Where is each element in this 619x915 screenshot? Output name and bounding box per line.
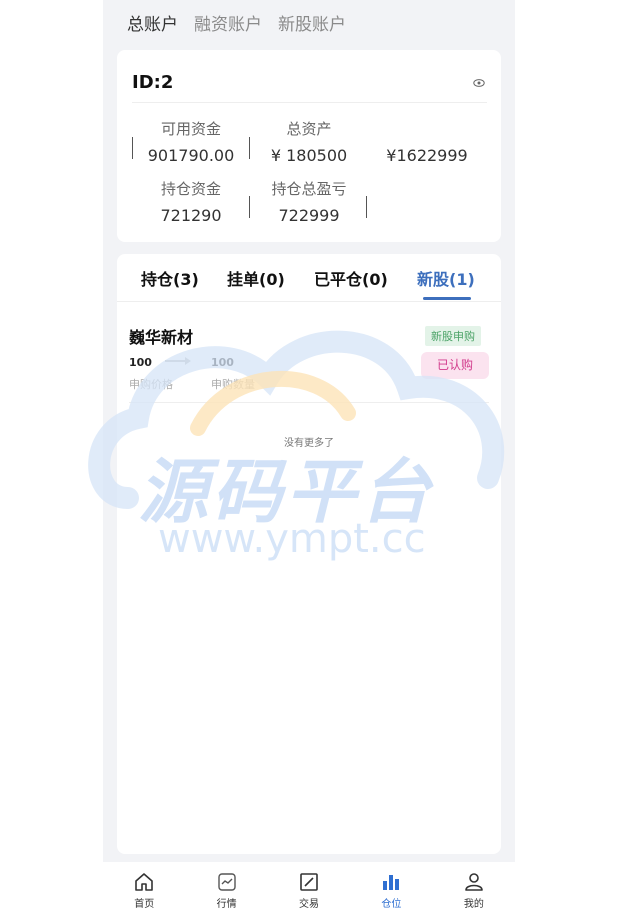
available-funds: 可用资金 901790.00 [133,118,249,165]
quantity-label: 申购数量 [211,378,255,391]
positions-card: 持仓(3) 挂单(0) 已平仓(0) 新股(1) 巍华新材 新股申购 已认购 1… [117,254,501,854]
price-value: 100 [129,356,152,369]
nav-market-label: 行情 [216,899,237,910]
available-funds-label: 可用资金 [160,120,221,138]
position-tabs: 持仓(3) 挂单(0) 已平仓(0) 新股(1) [117,254,501,302]
position-funds: 持仓资金 721290 [133,178,249,225]
nav-home-label: 首页 [134,899,155,910]
total-assets: 总资产 ¥ 180500 [251,118,367,165]
ipo-list-item[interactable]: 巍华新材 新股申购 已认购 100 100 申购价格 申购数量 [129,314,489,403]
nav-positions[interactable]: 仓位 [350,862,432,915]
nav-trade[interactable]: 交易 [268,862,350,915]
market-chart-icon [217,873,236,891]
tab-ipo-account[interactable]: 新股账户 [278,10,346,36]
total-assets-value: ¥ 180500 [270,146,348,165]
bar-chart-icon [383,875,400,890]
extra-assets: ¥1622999 [369,118,485,165]
trade-icon [300,873,318,891]
position-pnl-label: 持仓总盈亏 [271,180,347,198]
account-tabs: 总账户 融资账户 新股账户 [127,10,346,36]
no-more-text: 没有更多了 [284,438,334,449]
ipo-badge: 新股申购 [425,326,481,346]
left-margin [0,0,103,915]
nav-home[interactable]: 首页 [103,862,185,915]
divider [249,196,250,218]
right-margin [515,0,619,915]
position-pnl-value: 722999 [278,206,340,225]
tab-pending-orders[interactable]: 挂单(0) [227,266,285,290]
tab-total-account[interactable]: 总账户 [127,10,178,36]
tab-closed[interactable]: 已平仓(0) [314,266,388,290]
price-label: 申购价格 [129,378,173,391]
divider [249,137,250,159]
position-funds-value: 721290 [160,206,222,225]
position-funds-label: 持仓资金 [160,180,221,198]
extra-assets-value: ¥1622999 [386,146,468,165]
subscribed-status-badge: 已认购 [421,352,489,379]
nav-trade-label: 交易 [299,899,320,910]
tab-new-shares[interactable]: 新股(1) [417,266,475,290]
total-assets-label: 总资产 [286,120,332,138]
user-icon [465,873,483,891]
nav-positions-label: 仓位 [381,899,402,910]
position-pnl: 持仓总盈亏 722999 [251,178,367,225]
arrow-right-icon [165,357,191,365]
eye-icon[interactable] [473,78,485,88]
tab-holdings[interactable]: 持仓(3) [141,266,199,290]
nav-mine-label: 我的 [463,899,484,910]
tab-margin-account[interactable]: 融资账户 [194,10,262,36]
available-funds-value: 901790.00 [147,146,235,165]
nav-mine[interactable]: 我的 [433,862,515,915]
divider [366,196,367,218]
account-summary-card: ID:2 可用资金 901790.00 总资产 ¥ 180500 ¥162299… [117,50,501,242]
nav-market[interactable]: 行情 [185,862,267,915]
summary-header: ID:2 [132,72,487,103]
quantity-value: 100 [211,356,234,369]
home-icon [135,873,154,891]
stock-name: 巍华新材 [129,328,194,347]
user-id: ID:2 [132,72,174,93]
active-tab-indicator [423,297,471,300]
app-screen: 总账户 融资账户 新股账户 ID:2 可用资金 901790.00 总资产 ¥ … [103,0,515,915]
bottom-nav: 首页 行情 交易 仓位 我的 [103,862,515,915]
